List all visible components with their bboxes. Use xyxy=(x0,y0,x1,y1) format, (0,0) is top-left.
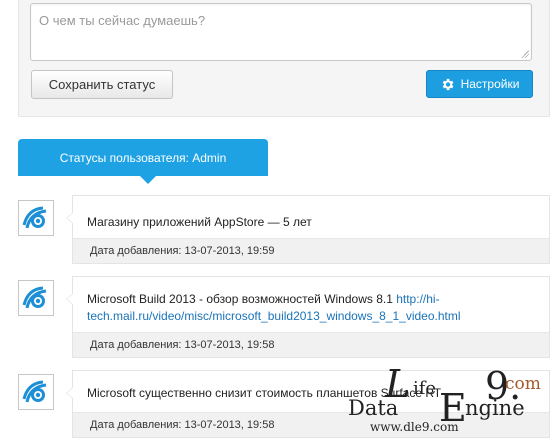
status-text: Microsoft Build 2013 - обзор возможносте… xyxy=(73,277,549,325)
settings-label: Настройки xyxy=(460,77,520,91)
save-status-button[interactable]: Сохранить статус xyxy=(31,70,173,99)
status-input[interactable]: О чем ты сейчас думаешь? xyxy=(30,3,532,61)
avatar-eye-icon xyxy=(22,206,47,229)
gear-icon xyxy=(442,78,454,90)
status-input-placeholder: О чем ты сейчас думаешь? xyxy=(39,13,206,28)
status-text-content: Microsoft Build 2013 - обзор возможносте… xyxy=(87,292,397,306)
settings-button[interactable]: Настройки xyxy=(426,70,533,98)
avatar-eye-icon xyxy=(22,286,47,309)
status-item: Магазину приложений AppStore — 5 лет Дат… xyxy=(66,195,550,264)
status-date: Дата добавления: 13-07-2013, 19:58 xyxy=(73,332,549,357)
status-item: Microsoft Build 2013 - обзор возможносте… xyxy=(66,276,550,358)
avatar[interactable] xyxy=(18,374,54,410)
tab-user-statuses[interactable]: Статусы пользователя: Admin xyxy=(18,139,268,184)
watermark-logo: L ife 9. com Data E ngine www.dle9.com xyxy=(348,362,541,434)
status-text: Магазину приложений AppStore — 5 лет xyxy=(87,215,312,229)
avatar[interactable] xyxy=(18,200,54,236)
resize-grip-icon[interactable] xyxy=(521,50,529,58)
avatar-eye-icon xyxy=(22,380,47,403)
avatar[interactable] xyxy=(18,280,54,316)
status-date: Дата добавления: 13-07-2013, 19:59 xyxy=(73,238,549,263)
